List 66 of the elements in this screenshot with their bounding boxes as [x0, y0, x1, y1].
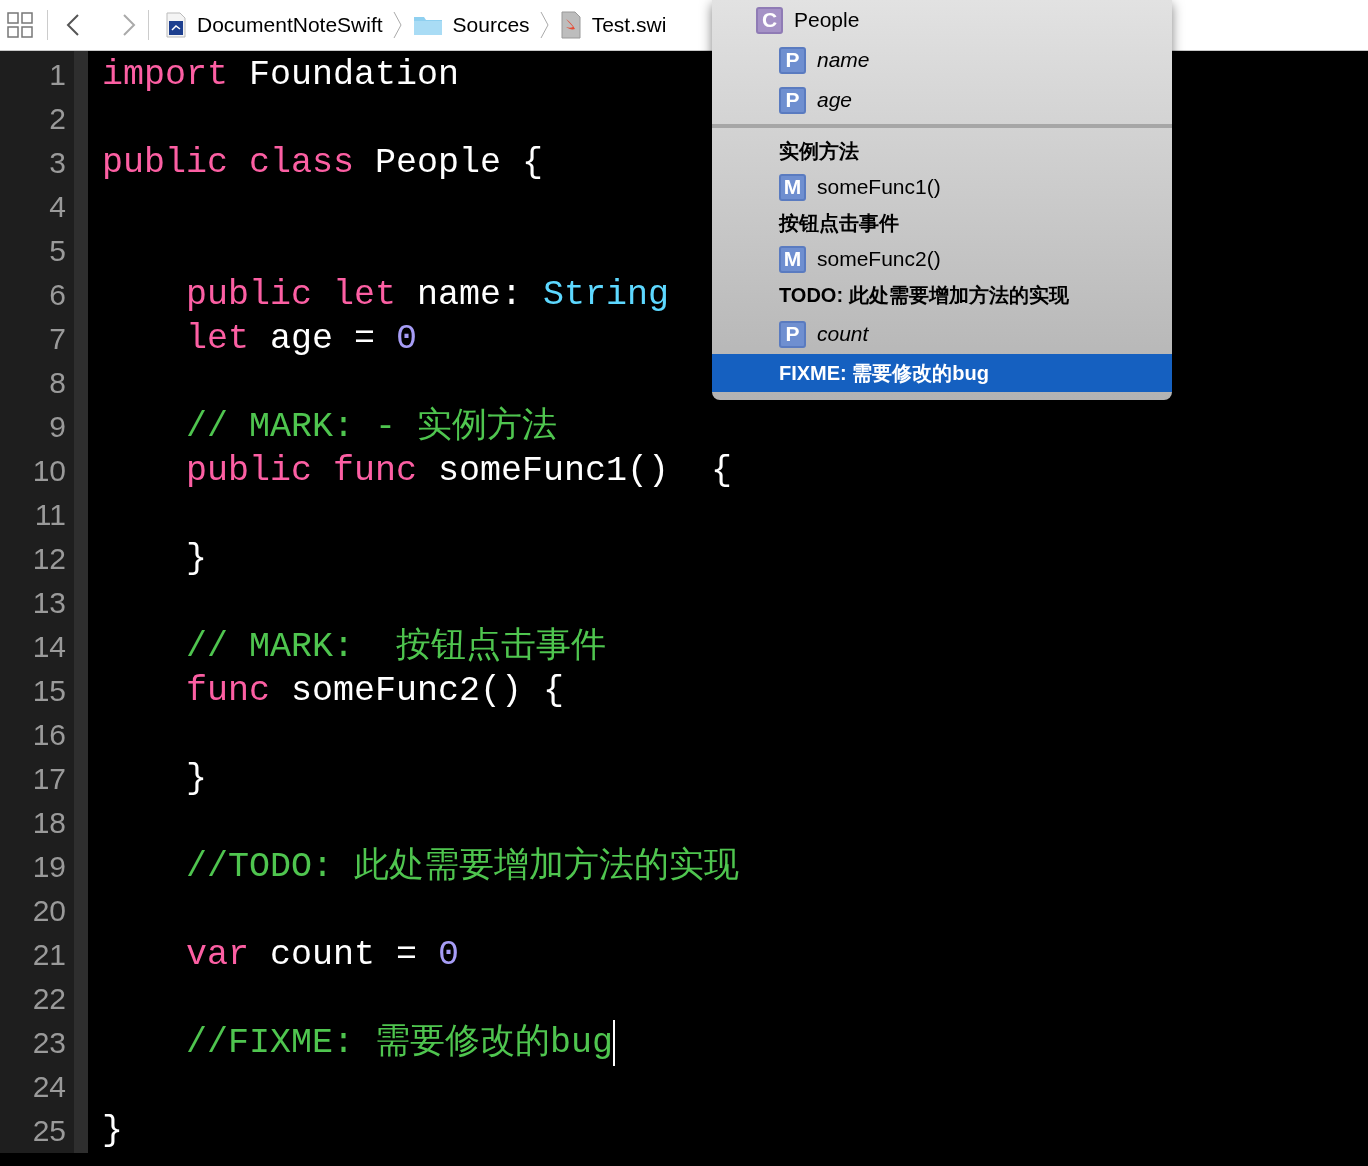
- property-badge-icon: P: [779, 320, 806, 348]
- back-icon[interactable]: [66, 13, 80, 37]
- code-line: var count = 0: [185, 934, 460, 977]
- menu-item[interactable]: FIXME: 需要修改的bug: [712, 354, 1172, 392]
- line-number: 15: [31, 673, 67, 709]
- code-line: public let name: String: [185, 274, 670, 317]
- line-number: 22: [31, 981, 67, 1017]
- menu-item[interactable]: C People: [712, 0, 1172, 40]
- code-line: // MARK: - 实例方法: [185, 405, 558, 449]
- menu-item[interactable]: P count: [712, 314, 1172, 354]
- code-line: }: [102, 1110, 123, 1153]
- code-line: let age = 0: [185, 318, 418, 361]
- code-line: }: [185, 538, 208, 581]
- code-line: //TODO: 此处需要增加方法的实现: [185, 845, 740, 889]
- menu-item[interactable]: 实例方法: [712, 132, 1172, 170]
- line-number: 24: [31, 1069, 67, 1105]
- line-number: 8: [48, 365, 67, 401]
- method-badge-icon: M: [779, 173, 806, 201]
- line-number: 4: [48, 189, 67, 225]
- line-number: 6: [48, 277, 67, 313]
- line-number: 20: [31, 893, 67, 929]
- breadcrumb-item[interactable]: Sources: [452, 9, 530, 41]
- chevron-icon: [392, 11, 403, 39]
- line-number: 12: [31, 541, 67, 577]
- code-line: import Foundation: [102, 54, 460, 97]
- property-badge-icon: P: [779, 46, 806, 74]
- folder-icon: [412, 14, 443, 36]
- code-line: //FIXME: 需要修改的bug: [185, 1022, 614, 1065]
- line-number: 19: [31, 849, 67, 885]
- line-number: 1: [48, 57, 67, 93]
- swift-file-icon: [559, 11, 582, 39]
- line-number: 18: [31, 805, 67, 841]
- line-number: 7: [48, 321, 67, 357]
- line-number: 17: [31, 761, 67, 797]
- code-line: func someFunc2() {: [185, 670, 565, 713]
- project-icon: [165, 12, 187, 38]
- line-number: 21: [31, 937, 67, 973]
- breadcrumb-item[interactable]: DocumentNoteSwift: [197, 9, 383, 41]
- code-line: }: [185, 758, 208, 801]
- menu-item[interactable]: M someFunc1(): [712, 170, 1172, 204]
- breadcrumb-item[interactable]: Test.swi: [591, 9, 667, 41]
- method-badge-icon: M: [779, 245, 806, 273]
- line-number: 14: [31, 629, 67, 665]
- menu-item[interactable]: P name: [712, 40, 1172, 80]
- line-number: 23: [31, 1025, 67, 1061]
- line-number: 25: [31, 1113, 67, 1149]
- menu-item[interactable]: P age: [712, 80, 1172, 120]
- code-line: public func someFunc1() {: [185, 450, 733, 493]
- line-number: 16: [31, 717, 67, 753]
- line-number: 10: [31, 453, 67, 489]
- code-line: // MARK: 按钮点击事件: [185, 626, 607, 669]
- line-number: 3: [48, 145, 67, 181]
- menu-item[interactable]: M someFunc2(): [712, 242, 1172, 276]
- menu-item[interactable]: TODO: 此处需要增加方法的实现: [712, 276, 1172, 314]
- chevron-icon: [539, 11, 550, 39]
- line-number: 9: [48, 409, 67, 445]
- property-badge-icon: P: [779, 86, 806, 114]
- line-number: 2: [48, 101, 67, 137]
- menu-item[interactable]: 按钮点击事件: [712, 204, 1172, 242]
- code-line: public class People {: [102, 142, 544, 185]
- line-number: 5: [48, 233, 67, 269]
- grid-icon[interactable]: [7, 12, 33, 38]
- forward-icon[interactable]: [122, 13, 136, 37]
- line-number: 13: [31, 585, 67, 621]
- class-badge-icon: C: [756, 6, 783, 34]
- line-number: 11: [33, 497, 67, 533]
